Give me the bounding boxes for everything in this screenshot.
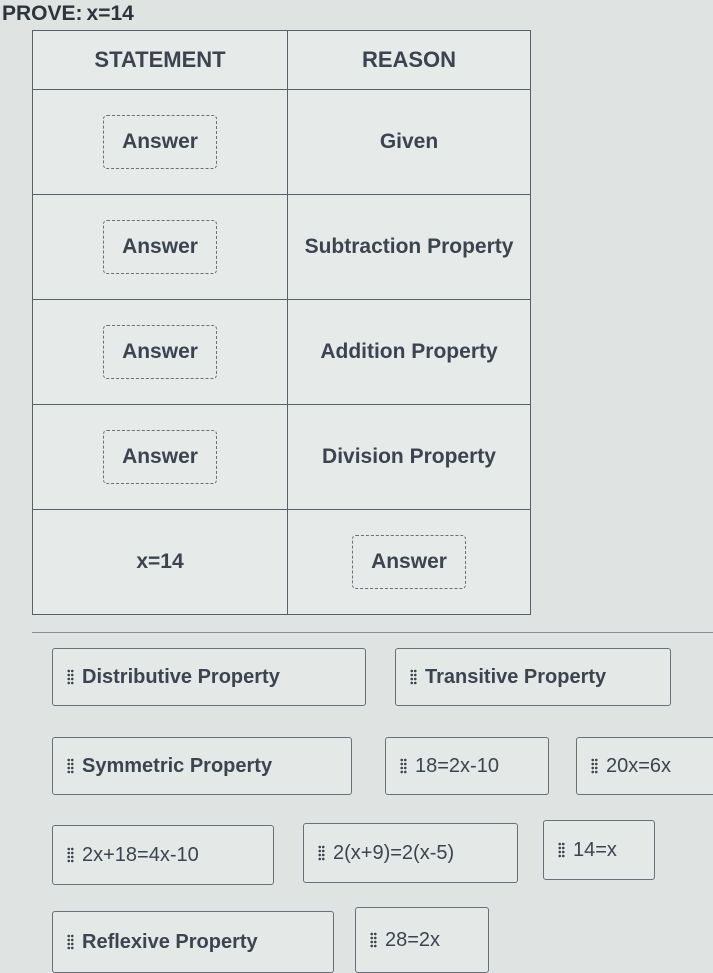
answer-tile[interactable]: 18=2x-10 <box>385 737 549 795</box>
drag-handle-icon[interactable] <box>410 669 417 685</box>
proof-row: Answer Division Property <box>32 404 531 510</box>
drag-handle-icon[interactable] <box>591 758 598 774</box>
proof-row: x=14 Answer <box>32 509 531 615</box>
reason-cell[interactable]: Answer <box>287 509 531 615</box>
answer-tile[interactable]: 28=2x <box>355 907 489 973</box>
tile-label: Symmetric Property <box>82 754 273 777</box>
drag-handle-icon[interactable] <box>400 758 407 774</box>
tile-label: Reflexive Property <box>82 930 258 953</box>
answer-tile[interactable]: 14=x <box>543 820 655 880</box>
answer-tile[interactable]: 20x=6x <box>576 737 713 795</box>
tile-label: 18=2x-10 <box>415 754 499 777</box>
answer-tile[interactable]: Reflexive Property <box>52 911 334 973</box>
tile-label: Distributive Property <box>82 665 280 688</box>
statement-header: STATEMENT <box>32 30 288 90</box>
answer-tile[interactable]: 2(x+9)=2(x-5) <box>303 823 518 883</box>
reason-cell: Division Property <box>287 404 531 510</box>
drag-handle-icon[interactable] <box>558 842 565 858</box>
proof-row: Answer Given <box>32 89 531 195</box>
drag-handle-icon[interactable] <box>318 845 325 861</box>
tile-label: 2x+18=4x-10 <box>82 843 199 866</box>
answer-drop-zone[interactable]: Answer <box>352 535 466 589</box>
answer-drop-zone[interactable]: Answer <box>103 325 217 379</box>
reason-header: REASON <box>287 30 531 90</box>
answer-tile[interactable]: Symmetric Property <box>52 737 352 795</box>
proof-table: STATEMENT REASON Answer Given Answer Sub… <box>32 30 531 615</box>
tile-label: 14=x <box>573 838 617 861</box>
prove-equation: x=14 <box>86 2 134 25</box>
proof-row: Answer Subtraction Property <box>32 194 531 300</box>
statement-cell[interactable]: Answer <box>32 404 288 510</box>
tile-label: 2(x+9)=2(x-5) <box>333 841 455 864</box>
tile-label: Transitive Property <box>425 665 607 688</box>
tile-label: 20x=6x <box>606 754 672 777</box>
drag-handle-icon[interactable] <box>67 847 74 863</box>
statement-cell: x=14 <box>32 509 288 615</box>
statement-cell[interactable]: Answer <box>32 299 288 405</box>
reason-cell: Given <box>287 89 531 195</box>
proof-row: Answer Addition Property <box>32 299 531 405</box>
section-divider <box>32 632 713 633</box>
prove-heading: PROVE: x=14 <box>2 2 134 26</box>
drag-handle-icon[interactable] <box>370 932 377 948</box>
drag-handle-icon[interactable] <box>67 758 74 774</box>
answer-tile[interactable]: Distributive Property <box>52 648 366 706</box>
drag-handle-icon[interactable] <box>67 669 74 685</box>
answer-tile[interactable]: Transitive Property <box>395 648 671 706</box>
tile-label: 28=2x <box>385 928 441 951</box>
answer-drop-zone[interactable]: Answer <box>103 430 217 484</box>
reason-cell: Addition Property <box>287 299 531 405</box>
answer-drop-zone[interactable]: Answer <box>103 115 217 169</box>
reason-cell: Subtraction Property <box>287 194 531 300</box>
answer-tile[interactable]: 2x+18=4x-10 <box>52 825 274 885</box>
answer-drop-zone[interactable]: Answer <box>103 220 217 274</box>
statement-cell[interactable]: Answer <box>32 89 288 195</box>
prove-label: PROVE: <box>2 2 83 25</box>
drag-handle-icon[interactable] <box>67 934 74 950</box>
statement-cell[interactable]: Answer <box>32 194 288 300</box>
